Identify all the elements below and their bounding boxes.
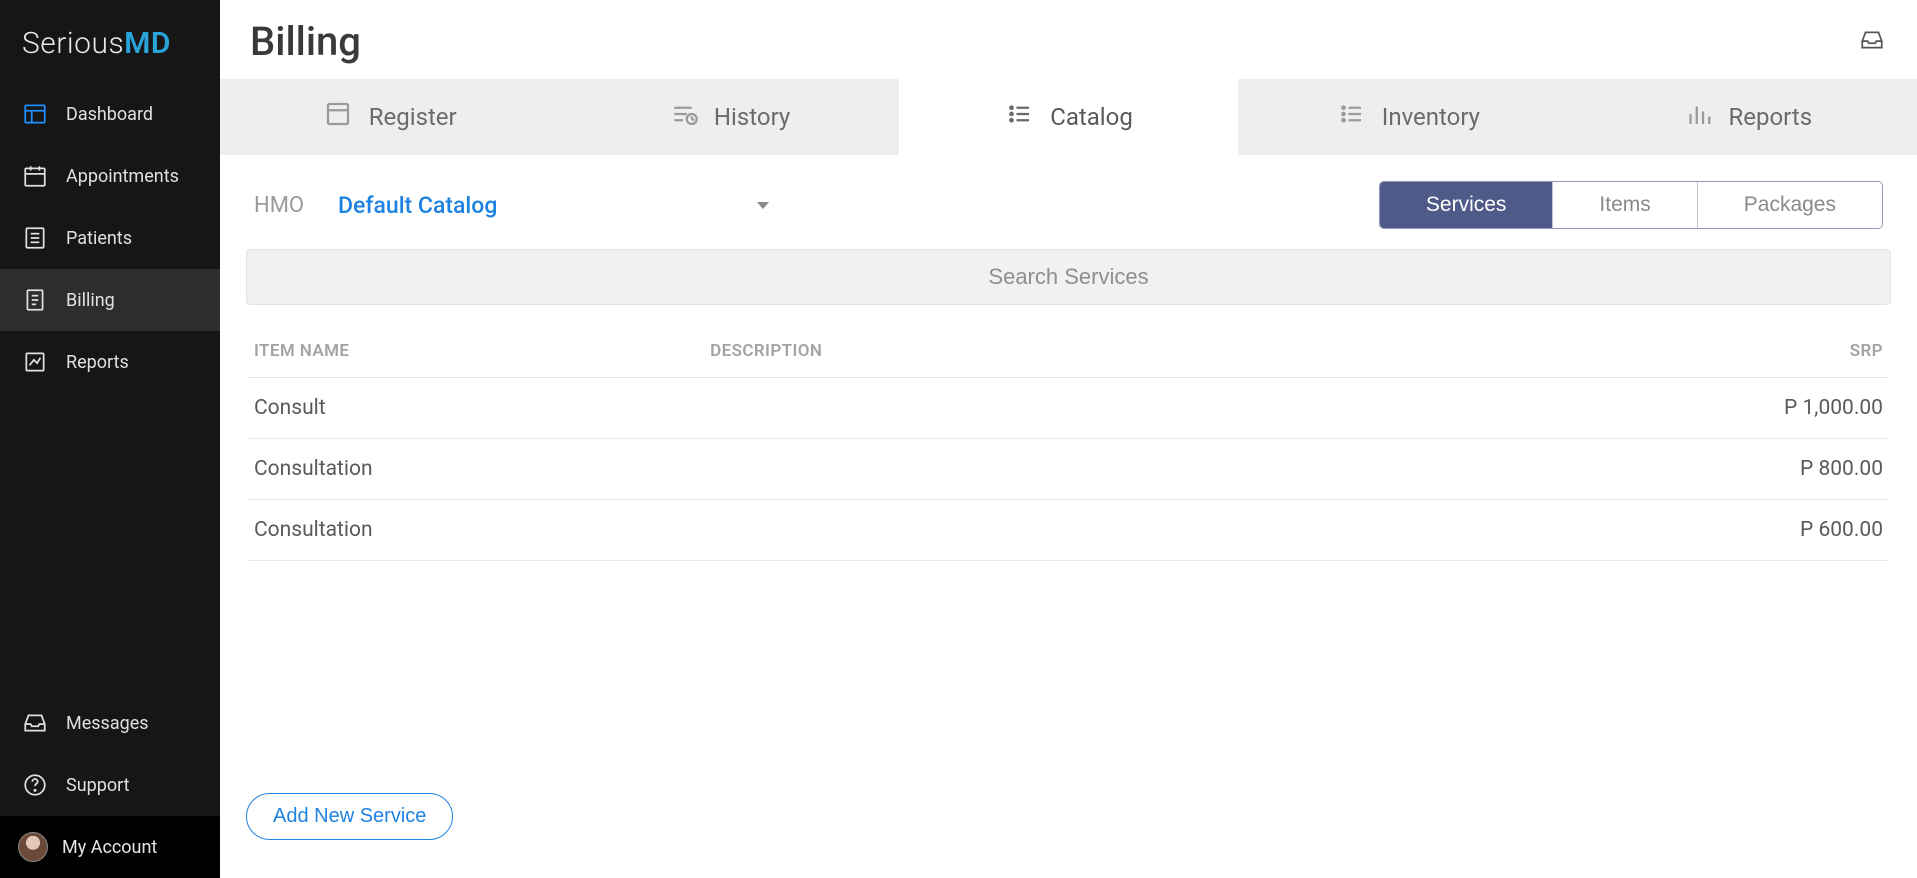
document-icon — [22, 287, 48, 313]
nav: Dashboard Appointments Patients Billing … — [0, 83, 220, 816]
table-row[interactable]: Consult P 1,000.00 — [248, 378, 1889, 439]
list-icon — [22, 225, 48, 251]
col-srp: SRP — [1655, 341, 1883, 361]
help-icon — [22, 772, 48, 798]
tab-label: Reports — [1729, 103, 1813, 131]
cell-desc — [710, 396, 1655, 420]
sidebar-item-label: Support — [66, 775, 130, 796]
chart-icon — [22, 349, 48, 375]
inbox-icon — [22, 710, 48, 736]
main: Billing Register History Catalog Invento… — [220, 0, 1917, 878]
segment-control: Services Items Packages — [1379, 181, 1883, 229]
logo-text: Serious — [22, 26, 124, 61]
sidebar-item-label: Messages — [66, 713, 149, 734]
segment-packages[interactable]: Packages — [1697, 182, 1882, 228]
logo: SeriousMD — [0, 0, 220, 83]
dashboard-icon — [22, 101, 48, 127]
inventory-icon — [1336, 99, 1366, 135]
header: Billing — [220, 0, 1917, 79]
calendar-icon — [22, 163, 48, 189]
filter-row: HMO Default Catalog Services Items Packa… — [220, 155, 1917, 237]
add-new-service-button[interactable]: Add New Service — [246, 793, 453, 840]
account-label: My Account — [62, 837, 157, 858]
search-input[interactable] — [246, 249, 1891, 305]
tab-inventory[interactable]: Inventory — [1238, 79, 1577, 155]
hmo-label: HMO — [254, 193, 304, 218]
table-row[interactable]: Consultation P 800.00 — [248, 439, 1889, 500]
chevron-down-icon — [757, 202, 769, 209]
table-row[interactable]: Consultation P 600.00 — [248, 500, 1889, 561]
tab-label: Inventory — [1382, 103, 1480, 131]
cell-name: Consultation — [254, 518, 710, 542]
sidebar-item-label: Reports — [66, 352, 129, 373]
tab-label: Register — [369, 103, 457, 131]
sidebar-item-account[interactable]: My Account — [0, 816, 220, 878]
table-header: ITEM NAME DESCRIPTION SRP — [248, 329, 1889, 378]
cell-name: Consultation — [254, 457, 710, 481]
sidebar-item-reports[interactable]: Reports — [0, 331, 220, 393]
catalog-select[interactable]: Default Catalog — [338, 192, 769, 219]
sidebar-item-dashboard[interactable]: Dashboard — [0, 83, 220, 145]
sidebar-item-appointments[interactable]: Appointments — [0, 145, 220, 207]
tab-label: Catalog — [1050, 103, 1133, 131]
logo-d: D — [151, 26, 171, 61]
col-description: DESCRIPTION — [710, 341, 1655, 361]
cell-srp: P 800.00 — [1655, 457, 1883, 481]
tab-register[interactable]: Register — [220, 79, 559, 155]
sidebar-item-label: Billing — [66, 290, 115, 311]
segment-services[interactable]: Services — [1380, 182, 1553, 228]
sidebar-item-label: Appointments — [66, 166, 179, 187]
page-title: Billing — [250, 18, 361, 65]
cell-srp: P 600.00 — [1655, 518, 1883, 542]
sidebar-item-billing[interactable]: Billing — [0, 269, 220, 331]
subtabs: Register History Catalog Inventory Repor… — [220, 79, 1917, 155]
avatar — [18, 832, 48, 862]
history-icon — [668, 99, 698, 135]
sidebar-item-messages[interactable]: Messages — [0, 692, 220, 754]
sidebar-item-patients[interactable]: Patients — [0, 207, 220, 269]
bar-chart-icon — [1683, 99, 1713, 135]
col-item-name: ITEM NAME — [254, 341, 710, 361]
sidebar-item-label: Dashboard — [66, 104, 153, 125]
services-table: ITEM NAME DESCRIPTION SRP Consult P 1,00… — [220, 305, 1917, 561]
catalog-icon — [1004, 99, 1034, 135]
inbox-icon — [1857, 27, 1887, 53]
sidebar: SeriousMD Dashboard Appointments Patient… — [0, 0, 220, 878]
sidebar-item-support[interactable]: Support — [0, 754, 220, 816]
cell-desc — [710, 518, 1655, 542]
header-inbox-button[interactable] — [1857, 27, 1887, 56]
sidebar-item-label: Patients — [66, 228, 132, 249]
segment-items[interactable]: Items — [1552, 182, 1696, 228]
cell-desc — [710, 457, 1655, 481]
tab-label: History — [714, 103, 790, 131]
tab-history[interactable]: History — [559, 79, 898, 155]
tab-reports[interactable]: Reports — [1578, 79, 1917, 155]
logo-m: M — [124, 26, 151, 61]
cell-name: Consult — [254, 396, 710, 420]
catalog-name: Default Catalog — [338, 192, 497, 219]
tab-catalog[interactable]: Catalog — [899, 79, 1238, 155]
search-wrap — [220, 237, 1917, 305]
register-icon — [323, 99, 353, 135]
cell-srp: P 1,000.00 — [1655, 396, 1883, 420]
